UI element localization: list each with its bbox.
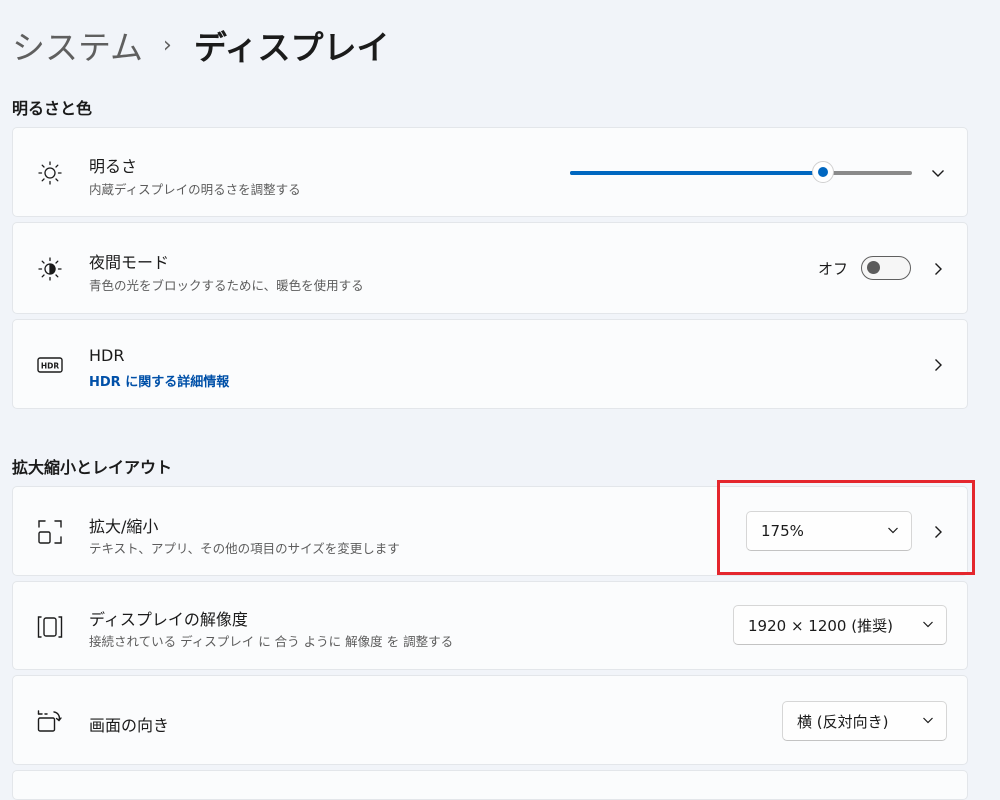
hdr-icon: HDR <box>37 352 63 378</box>
brightness-slider-fill <box>570 171 823 175</box>
hdr-title: HDR <box>89 346 125 365</box>
highlight-box <box>717 480 975 575</box>
chevron-right-icon[interactable] <box>930 261 946 277</box>
orientation-icon <box>37 708 63 734</box>
next-card <box>12 770 968 800</box>
scale-title: 拡大/縮小 <box>89 517 159 536</box>
night-light-title: 夜間モード <box>89 253 170 272</box>
orientation-title: 画面の向き <box>89 716 170 735</box>
night-light-icon <box>37 256 63 282</box>
brightness-slider-thumb[interactable] <box>812 161 834 183</box>
hdr-card[interactable]: HDR HDR HDR に関する詳細情報 <box>12 319 968 409</box>
night-light-toggle[interactable] <box>861 256 911 280</box>
resolution-subtitle: 接続されている ディスプレイ に 合う ように 解像度 を 調整する <box>89 634 454 649</box>
brightness-subtitle: 内蔵ディスプレイの明るさを調整する <box>89 182 301 197</box>
resolution-dropdown[interactable]: 1920 × 1200 (推奨) <box>733 605 947 645</box>
resolution-value: 1920 × 1200 (推奨) <box>748 616 893 635</box>
resolution-icon <box>37 614 63 640</box>
chevron-down-icon[interactable] <box>930 165 946 181</box>
night-light-state: オフ <box>818 260 849 278</box>
page-title: ディスプレイ <box>193 28 390 67</box>
resolution-title: ディスプレイの解像度 <box>89 610 248 629</box>
chevron-right-icon[interactable] <box>930 357 946 373</box>
sun-icon <box>37 160 63 186</box>
chevron-down-icon <box>922 616 934 634</box>
hdr-learn-more-link[interactable]: HDR に関する詳細情報 <box>89 371 229 390</box>
scale-icon <box>37 519 63 545</box>
section-title-brightness-color: 明るさと色 <box>12 99 93 118</box>
breadcrumb: システム › ディスプレイ <box>12 20 390 70</box>
breadcrumb-system-link[interactable]: システム <box>12 21 143 69</box>
section-title-scale-layout: 拡大縮小とレイアウト <box>12 458 173 477</box>
scale-subtitle: テキスト、アプリ、その他の項目のサイズを変更します <box>89 541 400 556</box>
orientation-card: 画面の向き 横 (反対向き) <box>12 675 968 765</box>
night-light-subtitle: 青色の光をブロックするために、暖色を使用する <box>89 278 364 293</box>
brightness-title: 明るさ <box>89 157 138 176</box>
chevron-down-icon <box>922 712 934 730</box>
resolution-card: ディスプレイの解像度 接続されている ディスプレイ に 合う ように 解像度 を… <box>12 581 968 670</box>
orientation-value: 横 (反対向き) <box>797 712 889 731</box>
svg-text:HDR: HDR <box>41 362 60 371</box>
night-light-card[interactable]: 夜間モード 青色の光をブロックするために、暖色を使用する オフ <box>12 222 968 314</box>
orientation-dropdown[interactable]: 横 (反対向き) <box>782 701 947 741</box>
breadcrumb-separator: › <box>163 32 172 58</box>
brightness-card: 明るさ 内蔵ディスプレイの明るさを調整する <box>12 127 968 217</box>
